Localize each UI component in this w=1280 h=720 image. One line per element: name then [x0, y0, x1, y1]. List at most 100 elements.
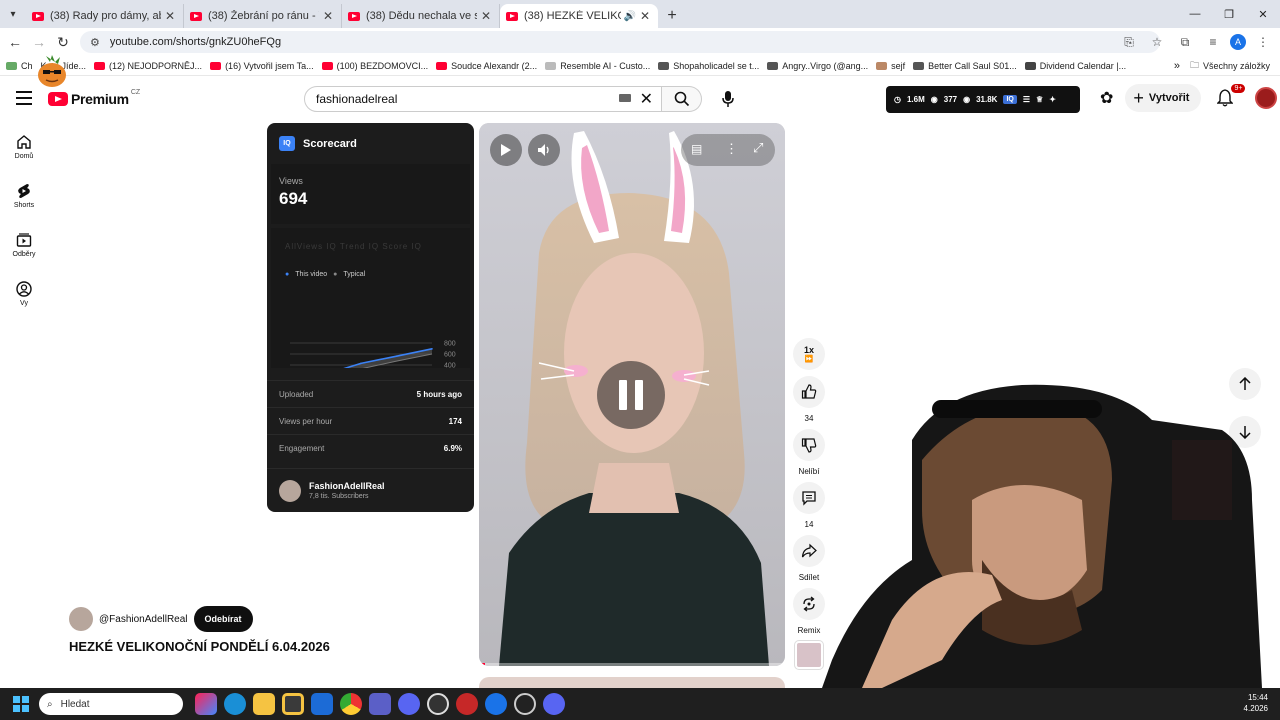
youtube-icon [321, 61, 333, 70]
volume-button[interactable] [528, 134, 560, 166]
data-point [395, 355, 398, 357]
webcam-overlay-image [822, 384, 1262, 688]
url-input[interactable]: ⚙ youtube.com/shorts/gnkZU0heFQg [80, 31, 1160, 53]
sidebar-item-home[interactable]: Domů [0, 122, 48, 171]
media-icon[interactable]: ≡ [1202, 31, 1224, 53]
wordpress-icon[interactable] [427, 693, 449, 715]
y-tick-label: 400 [444, 363, 456, 369]
notifications-button[interactable]: 9+ [1213, 84, 1246, 110]
file-explorer-icon[interactable] [253, 693, 275, 715]
shorts-video-player[interactable]: ▤ ⋮ ⤢ [479, 123, 785, 666]
tab-search-chevron-icon[interactable]: ▾ [0, 0, 26, 28]
search-input[interactable]: fashionadelreal ✕ [304, 86, 662, 112]
stats-extension-bar[interactable]: ◷ 1.6M ◉ 377 ◉ 31.8K IQ ☰ ♕ ✦ [886, 86, 1080, 113]
you-icon [16, 280, 32, 297]
bookmark-item[interactable]: Better Call Saul S01... [913, 61, 1017, 71]
bookmark-item[interactable]: (12) NEJODPORNĚJ... [94, 61, 202, 71]
windows-start-icon[interactable] [13, 696, 29, 712]
browser-menu-icon[interactable]: ⋮ [1252, 31, 1274, 53]
create-button[interactable]: + Vytvořit [1125, 84, 1202, 112]
obs-icon[interactable] [514, 693, 536, 715]
discord-icon[interactable] [543, 693, 565, 715]
install-icon[interactable]: ⎘ [1118, 31, 1140, 53]
iq-badge-icon: IQ [279, 136, 295, 151]
channel-handle[interactable]: @FashionAdellReal [99, 614, 188, 625]
close-tab-icon[interactable]: ✕ [323, 9, 333, 23]
outlook-icon[interactable] [311, 693, 333, 715]
hamburger-menu-icon[interactable] [16, 91, 32, 109]
profile-avatar[interactable]: A [1230, 34, 1246, 50]
reload-icon[interactable]: ↻ [51, 34, 75, 51]
x-icon [658, 61, 670, 70]
video-app-icon[interactable] [456, 693, 478, 715]
more-options-icon[interactable]: ⋮ [725, 141, 738, 157]
bookmark-item[interactable]: Shopaholicadel se t... [658, 61, 759, 71]
bookmark-item[interactable]: Angry..Virgo (@ang... [767, 61, 868, 71]
sound-thumbnail[interactable] [795, 641, 823, 669]
captions-icon[interactable]: ▤ [691, 142, 702, 156]
sidebar-item-you[interactable]: Vy [0, 269, 48, 318]
teams-icon[interactable] [369, 693, 391, 715]
search-button[interactable] [662, 86, 702, 112]
bookmark-item[interactable]: Resemble AI - Custo... [545, 61, 650, 71]
chrome-icon[interactable] [340, 693, 362, 715]
new-tab-button[interactable]: + [658, 4, 686, 28]
iq-icon[interactable]: IQ [1003, 95, 1017, 104]
youtube-premium-logo[interactable]: Premium CZ [48, 89, 140, 107]
bookmark-item[interactable]: sejf [876, 61, 905, 71]
bookmark-star-icon[interactable]: ☆ [1146, 31, 1168, 53]
back-icon[interactable]: ← [3, 34, 27, 50]
fullscreen-icon[interactable]: ⤢ [753, 140, 763, 156]
account-avatar[interactable] [1255, 87, 1278, 109]
system-clock[interactable]: 15:44 4.2026 [1244, 692, 1268, 714]
app-icon[interactable] [398, 693, 420, 715]
keyboard-icon[interactable] [619, 94, 631, 102]
forward-icon[interactable]: → [27, 34, 51, 50]
y-tick-label: 600 [444, 352, 456, 359]
clear-search-icon[interactable]: ✕ [640, 89, 653, 109]
subscribe-button[interactable]: Odebírat [193, 606, 253, 632]
youtube-favicon-icon [32, 11, 44, 21]
more-bookmarks-icon[interactable]: » [1174, 60, 1180, 72]
sidebar-item-subscriptions[interactable]: Odběry [0, 220, 48, 269]
browser-tab[interactable]: (38) Rady pro dámy, aby byly k✕ [26, 4, 184, 28]
store-icon[interactable] [282, 693, 304, 715]
youtube-header: Premium CZ fashionadelreal ✕ ◷ 1.6M ◉ 377 … [0, 76, 1280, 122]
network-app-icon[interactable] [485, 693, 507, 715]
browser-tab[interactable]: (38) Dědu nechala ve sklepě - Y✕ [342, 4, 500, 28]
thumbs-down-icon [801, 438, 817, 453]
browser-tab-active[interactable]: (38) HEZKÉ VELIKONOČNÍ P🔊✕ [500, 4, 658, 28]
sidebar-item-shorts[interactable]: Shorts [0, 171, 48, 220]
edge-icon[interactable] [224, 693, 246, 715]
close-tab-icon[interactable]: ✕ [165, 9, 175, 23]
play-button[interactable] [490, 134, 522, 166]
speaker-icon[interactable]: 🔊 [623, 11, 635, 22]
playback-speed-button[interactable]: 1x ⏩ [793, 338, 825, 370]
bookmark-item[interactable]: Dividend Calendar |... [1024, 61, 1126, 71]
extension-icon[interactable]: ✿ [1100, 88, 1113, 108]
site-info-icon[interactable]: ⚙ [90, 36, 100, 49]
bookmark-item[interactable]: Ch [6, 61, 33, 71]
restore-icon[interactable]: ❐ [1212, 0, 1246, 28]
close-window-icon[interactable]: ✕ [1246, 0, 1280, 28]
bookmark-item[interactable]: (100) BEZDOMOVCI... [321, 61, 428, 71]
pause-overlay-icon[interactable] [597, 361, 665, 429]
channel-avatar[interactable] [69, 607, 93, 631]
video-progress-bar[interactable] [479, 663, 785, 666]
voice-search-button[interactable] [716, 87, 740, 111]
minimize-icon[interactable]: — [1178, 0, 1212, 28]
list-icon[interactable]: ☰ [1023, 95, 1030, 104]
copilot-icon[interactable] [195, 693, 217, 715]
youtube-sidebar: Domů Shorts Odběry Vy [0, 122, 48, 318]
all-bookmarks-button[interactable]: 🗀 Všechny záložky [1190, 58, 1270, 74]
trophy-icon[interactable]: ♕ [1036, 95, 1043, 104]
taskbar-search-input[interactable]: ⌕ Hledat [39, 693, 183, 715]
bookmark-item[interactable]: Soudce Alexandr (2... [436, 61, 537, 71]
sparkle-icon[interactable]: ✦ [1049, 95, 1056, 104]
bookmark-item[interactable]: (16) Vytvořil jsem Ta... [210, 61, 314, 71]
scorecard-channel[interactable]: FashionAdellReal 7,8 tis. Subscribers [267, 468, 474, 512]
extensions-icon[interactable]: ⧉ [1174, 31, 1196, 53]
close-tab-icon[interactable]: ✕ [481, 9, 491, 23]
close-tab-icon[interactable]: ✕ [640, 9, 650, 23]
browser-tab[interactable]: (38) Žebrání po ránu - YouTube✕ [184, 4, 342, 28]
